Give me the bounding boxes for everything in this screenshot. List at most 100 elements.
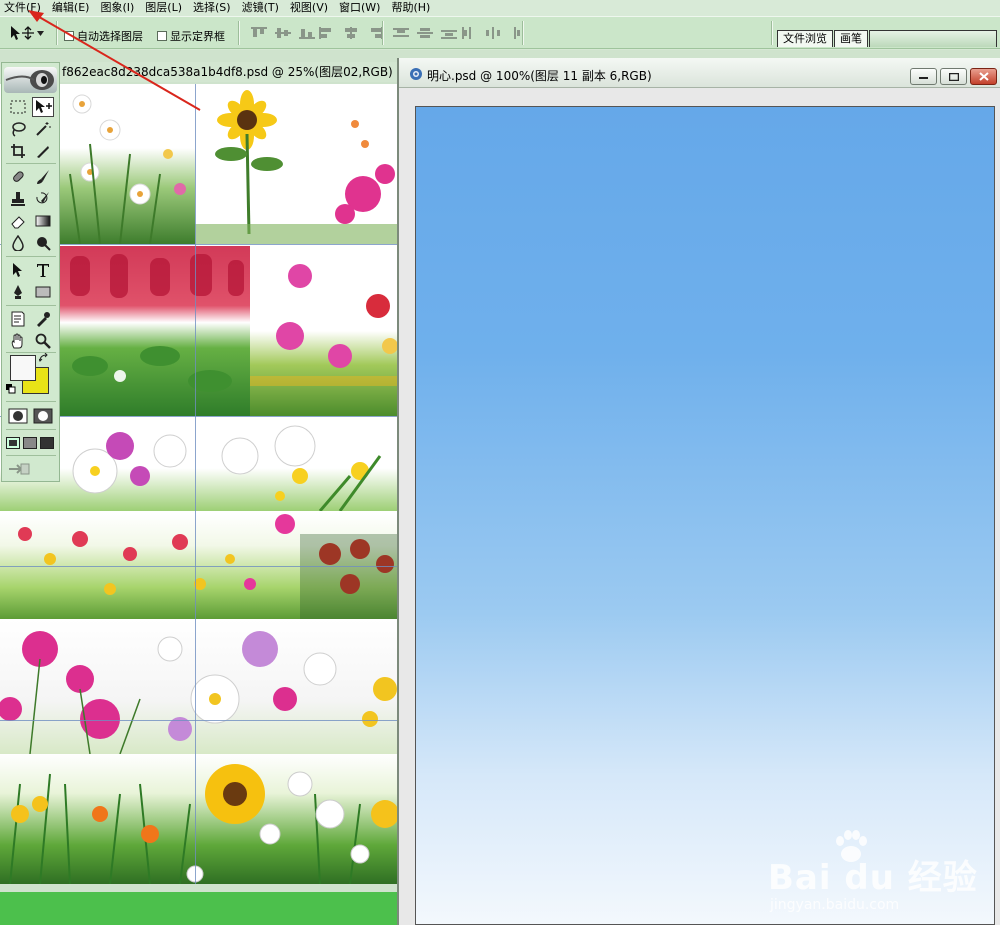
align-horizontal-group — [318, 26, 384, 40]
path-selection-tool[interactable] — [7, 260, 29, 280]
move-icon — [36, 100, 52, 113]
chevron-down-icon — [37, 30, 44, 36]
align-top-icon[interactable] — [250, 26, 268, 40]
pen-nib-icon — [14, 285, 22, 299]
zoom-tool[interactable] — [32, 331, 54, 351]
note-icon — [11, 311, 25, 327]
menu-help[interactable]: 帮助(H) — [387, 0, 437, 16]
screen-mode-standard[interactable] — [5, 433, 21, 453]
clone-stamp-tool[interactable] — [7, 189, 29, 209]
tab-brushes[interactable]: 画笔 — [834, 30, 868, 47]
menu-edit[interactable]: 编辑(E) — [48, 0, 97, 16]
type-tool[interactable] — [32, 260, 54, 280]
distribute-horizontal-group — [460, 26, 526, 40]
show-bounding-box-checkbox[interactable]: 显示定界框 — [157, 28, 225, 44]
eraser-icon — [11, 216, 25, 229]
flower-image-tile — [60, 246, 250, 416]
blur-tool[interactable] — [7, 233, 29, 253]
marquee-tool[interactable] — [7, 97, 29, 117]
tab-file-browser[interactable]: 文件浏览 — [777, 30, 833, 47]
standard-mode-button[interactable] — [6, 406, 30, 426]
history-brush-tool[interactable] — [32, 189, 54, 209]
move-tool[interactable] — [32, 97, 54, 117]
document-window-mingxin[interactable]: 明心.psd @ 100%(图层 11 副本 6,RGB) Bai du 经验 … — [397, 58, 1000, 925]
menu-window[interactable]: 窗口(W) — [335, 0, 387, 16]
auto-select-layer-checkbox[interactable]: 自动选择图层 — [64, 28, 143, 44]
distribute-vertical-group — [392, 26, 458, 40]
minimize-button[interactable] — [910, 68, 937, 85]
lasso-tool[interactable] — [7, 119, 29, 139]
slice-tool[interactable] — [32, 141, 54, 161]
red-flowers-illustration — [70, 254, 244, 392]
magic-wand-icon — [36, 122, 51, 136]
crop-tool[interactable] — [7, 141, 29, 161]
guide-line-horizontal — [0, 566, 397, 567]
notes-tool[interactable] — [7, 309, 29, 329]
water-drop-icon — [12, 235, 24, 251]
screen-mode-menu[interactable] — [22, 433, 38, 453]
pen-tool[interactable] — [7, 282, 29, 302]
palette-well: 文件浏览 画笔 — [777, 27, 997, 47]
distribute-left-icon[interactable] — [460, 26, 478, 40]
align-vertical-center-icon[interactable] — [274, 26, 292, 40]
jump-to-imageready-button[interactable] — [7, 459, 31, 479]
align-horizontal-center-icon[interactable] — [342, 26, 360, 40]
photoshop-eye-icon — [5, 70, 54, 90]
tool-preset-picker[interactable] — [8, 22, 52, 44]
marquee-icon — [10, 100, 26, 114]
menu-view[interactable]: 视图(V) — [286, 0, 335, 16]
distribute-bottom-icon[interactable] — [440, 26, 458, 40]
flower-image-tile — [195, 84, 397, 244]
lasso-icon — [12, 122, 26, 137]
distribute-hcenter-icon[interactable] — [484, 26, 502, 40]
distribute-center-icon[interactable] — [416, 26, 434, 40]
stamp-icon — [11, 192, 25, 206]
daisies-illustration — [69, 94, 186, 244]
brush-tool[interactable] — [32, 167, 54, 187]
burn-tool[interactable] — [32, 233, 54, 253]
magic-wand-tool[interactable] — [32, 119, 54, 139]
screen-mode-icon — [23, 437, 37, 449]
align-bottom-icon[interactable] — [298, 26, 316, 40]
menu-image[interactable]: 图象(I) — [96, 0, 141, 16]
eyedropper-tool[interactable] — [32, 309, 54, 329]
options-separator — [238, 21, 240, 45]
swap-colors-icon[interactable] — [39, 353, 49, 363]
distribute-top-icon[interactable] — [392, 26, 410, 40]
options-separator — [56, 21, 58, 45]
watermark-url: jingyan.baidu.com — [770, 897, 900, 913]
watermark: Bai du 经验 jingyan.baidu.com — [768, 830, 977, 919]
flower-image-tile — [0, 754, 397, 884]
default-colors-icon[interactable] — [6, 384, 16, 394]
menu-file[interactable]: 文件(F) — [0, 0, 48, 16]
path-select-arrow-icon — [13, 263, 22, 277]
document-canvas[interactable]: Bai du 经验 jingyan.baidu.com — [415, 106, 995, 925]
quick-mask-button[interactable] — [31, 406, 55, 426]
maximize-button[interactable] — [940, 68, 967, 85]
shape-tool[interactable] — [32, 282, 54, 302]
document-title-bar[interactable]: 明心.psd @ 100%(图层 11 副本 6,RGB) — [399, 58, 1000, 88]
hand-tool[interactable] — [7, 331, 29, 351]
close-icon — [978, 72, 989, 81]
screen-mode-full[interactable] — [39, 433, 55, 453]
toolbox-divider — [6, 163, 56, 164]
align-left-icon[interactable] — [318, 26, 336, 40]
gradient-tool[interactable] — [32, 211, 54, 231]
menu-select[interactable]: 选择(S) — [189, 0, 238, 16]
close-button[interactable] — [970, 68, 997, 85]
move-tool-icon — [11, 26, 34, 40]
quick-mask-icon — [33, 408, 53, 424]
standard-mode-icon — [8, 408, 28, 424]
toolbox-header[interactable] — [4, 67, 57, 93]
foreground-color-swatch[interactable] — [10, 355, 36, 381]
eraser-tool[interactable] — [7, 211, 29, 231]
toolbox-divider — [6, 401, 56, 402]
healing-brush-tool[interactable] — [7, 167, 29, 187]
menu-filter[interactable]: 滤镜(T) — [238, 0, 286, 16]
menu-layer[interactable]: 图层(L) — [141, 0, 189, 16]
menu-bar: 文件(F) 编辑(E) 图象(I) 图层(L) 选择(S) 滤镜(T) 视图(V… — [0, 0, 1000, 16]
toolbox-divider — [6, 256, 56, 257]
crop-icon — [11, 144, 25, 158]
minimize-icon — [919, 77, 928, 79]
flower-image-tile — [0, 619, 397, 754]
